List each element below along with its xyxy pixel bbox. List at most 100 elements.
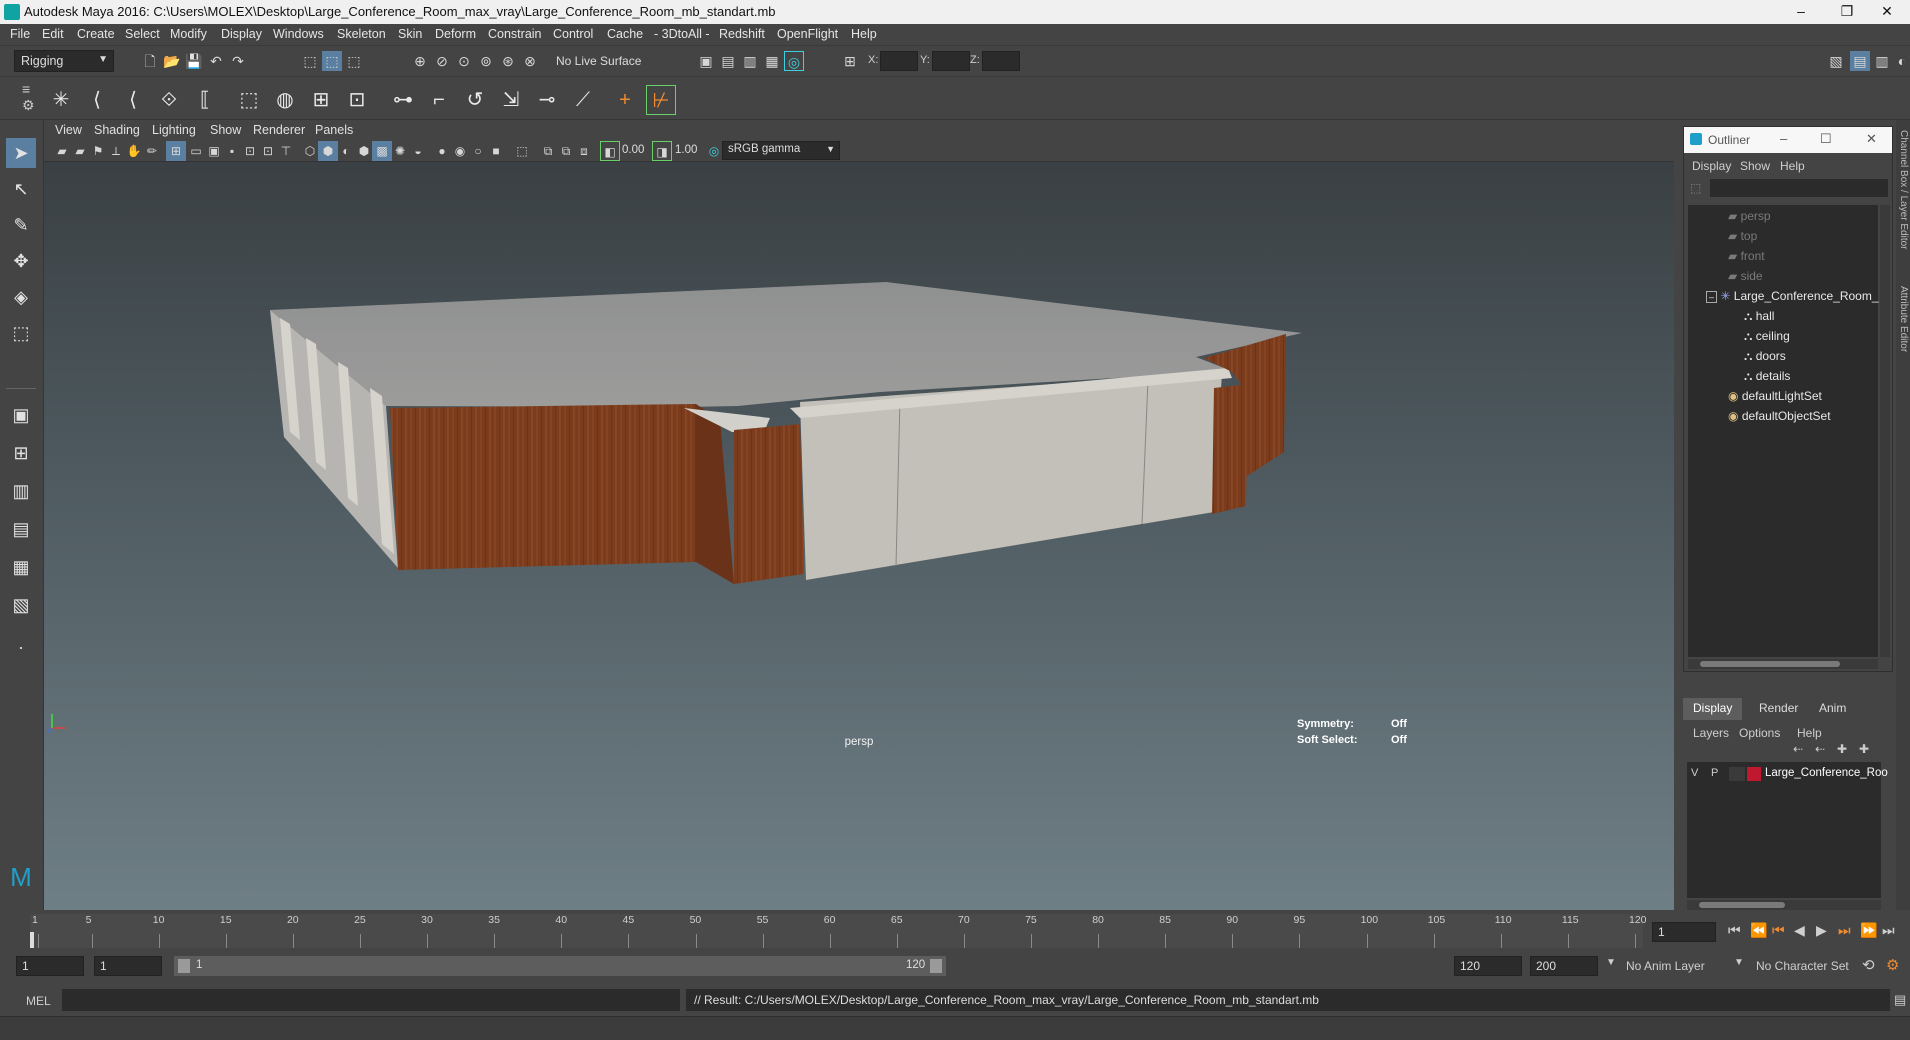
outliner-title-bar[interactable]: Outliner – ☐ ✕ (1684, 127, 1892, 153)
transform-mode-icon[interactable]: ⊞ (840, 51, 860, 71)
tree-item-hall[interactable]: ⛬ hall (1744, 309, 1774, 324)
range-start-handle[interactable] (178, 959, 190, 973)
render-frame-icon[interactable]: ▤ (718, 51, 738, 71)
channel-box-tab[interactable]: Channel Box / Layer Editor (1898, 130, 1909, 250)
menu-select[interactable]: Select (125, 27, 160, 41)
textured-icon[interactable]: ▩ (372, 141, 392, 161)
select-tool-icon[interactable]: ➤ (6, 138, 36, 168)
attribute-editor-icon[interactable]: ▥ (1872, 51, 1892, 71)
tree-item-doors[interactable]: ⛬ doors (1744, 349, 1786, 364)
vp-menu-lighting[interactable]: Lighting (152, 123, 196, 137)
shelf-menu-icon[interactable]: ≡ (22, 81, 30, 97)
step-forward-key-icon[interactable]: ⏭ (1838, 922, 1851, 939)
new-layer-selected-icon[interactable]: ✚ (1859, 742, 1869, 756)
ik-spline-icon[interactable]: ⟨ (118, 85, 148, 115)
menu-control[interactable]: Control (553, 27, 593, 41)
menu-cache[interactable]: Cache (607, 27, 643, 41)
go-to-start-icon[interactable]: ⏮ (1728, 922, 1741, 939)
xray-joints-icon[interactable]: ⧉ (556, 141, 576, 161)
outliner-menu-display[interactable]: Display (1692, 159, 1731, 173)
tree-item-details[interactable]: ⛬ details (1744, 369, 1790, 384)
grid-icon[interactable]: ⊞ (166, 141, 186, 161)
play-forwards-icon[interactable]: ▶ (1816, 922, 1827, 939)
playback-start-field[interactable]: 1 (94, 956, 162, 976)
menu-deform[interactable]: Deform (435, 27, 476, 41)
render-settings-icon[interactable]: ▦ (762, 51, 782, 71)
move-layer-up-icon[interactable]: ⇠ (1793, 742, 1803, 756)
vp-menu-panels[interactable]: Panels (315, 123, 353, 137)
layer-name[interactable]: Large_Conference_Roo (1765, 767, 1888, 779)
minimize-button[interactable]: – (1778, 0, 1824, 24)
paint-select-icon[interactable]: ✎ (6, 210, 36, 240)
y-field[interactable] (932, 51, 970, 71)
select-component-icon[interactable]: ⬚ (344, 51, 364, 71)
menu-constrain[interactable]: Constrain (488, 27, 542, 41)
vp-menu-renderer[interactable]: Renderer (253, 123, 305, 137)
close-button[interactable]: ✕ (1866, 131, 1877, 147)
anim-layer-chevron-icon[interactable]: ▼ (1606, 957, 1616, 968)
menu-openflight[interactable]: OpenFlight (777, 27, 838, 41)
resolution-gate-icon[interactable]: ▣ (204, 141, 224, 161)
snap-curve-icon[interactable]: ⊘ (432, 51, 452, 71)
ambient-occlusion-icon[interactable]: ● (432, 141, 452, 161)
maximize-button[interactable]: ☐ (1820, 131, 1832, 147)
filter-icon[interactable]: ⬚ (1690, 181, 1701, 195)
tool-settings-icon[interactable]: ◐ (1892, 51, 1910, 71)
insert-joint-icon[interactable]: ⟐ (154, 85, 184, 115)
time-slider[interactable]: 1 5 10 15 20 25 30 35 40 45 50 55 60 65 70 75 80 85 90 95 10… (0, 912, 1910, 952)
script-language-label[interactable]: MEL (26, 994, 51, 1008)
tab-render[interactable]: Render (1749, 698, 1808, 720)
snap-point-icon[interactable]: ⊙ (454, 51, 474, 71)
gamma-value[interactable]: 1.00 (675, 144, 697, 156)
smooth-bind-icon[interactable]: ⬚ (234, 85, 264, 115)
new-empty-layer-icon[interactable]: ✚ (1837, 742, 1847, 756)
anim-layer-label[interactable]: No Anim Layer (1626, 959, 1705, 973)
preferences-icon[interactable]: ⚙ (1886, 956, 1899, 974)
hypershade-icon[interactable]: ◎ (784, 51, 804, 71)
ipr-render-icon[interactable]: ▥ (740, 51, 760, 71)
rotate-tool-icon[interactable]: ◈ (6, 282, 36, 312)
xray-components-icon[interactable]: ⧈ (574, 141, 594, 161)
layer-color-swatch[interactable] (1747, 767, 1761, 781)
tab-anim[interactable]: Anim (1809, 698, 1856, 720)
tree-item-default-object-set[interactable]: ◉ defaultObjectSet (1728, 409, 1831, 423)
modeling-toolkit-icon[interactable]: ▧ (1826, 51, 1846, 71)
safe-action-icon[interactable]: ⊡ (258, 141, 278, 161)
tree-item-side[interactable]: ▰ side (1728, 269, 1763, 283)
start-time-field[interactable]: 1 (16, 956, 84, 976)
layer-visibility-toggle[interactable]: V (1691, 767, 1698, 779)
wireframe-icon[interactable]: ⬡ (300, 141, 320, 161)
menu-redshift[interactable]: Redshift (719, 27, 765, 41)
open-scene-icon[interactable]: 📂 (162, 51, 182, 71)
gamma-icon[interactable]: ◨ (652, 141, 672, 161)
script-editor-icon[interactable]: ▤ (1894, 992, 1906, 1008)
ik-handle-icon[interactable]: ⟨ (82, 85, 112, 115)
menu-set-dropdown[interactable]: Rigging ▼ (14, 50, 114, 72)
exposure-icon[interactable]: ◧ (600, 141, 620, 161)
bookmark-icon[interactable]: ⚑ (88, 141, 108, 161)
wireframe-on-shaded-icon[interactable]: ⬢ (354, 141, 374, 161)
graph-persp-icon[interactable]: ▦ (6, 552, 36, 582)
save-scene-icon[interactable]: 💾 (184, 51, 204, 71)
xray-icon[interactable]: ⧉ (538, 141, 558, 161)
pole-vector-icon[interactable]: ⟋ (568, 85, 598, 115)
tree-item-default-light-set[interactable]: ◉ defaultLightSet (1728, 389, 1822, 403)
lights-icon[interactable]: ✺ (390, 141, 410, 161)
select-hierarchy-icon[interactable]: ⬚ (300, 51, 320, 71)
channel-box-icon[interactable]: ▤ (1850, 51, 1870, 71)
single-view-icon[interactable]: ▣ (6, 400, 36, 430)
safe-title-icon[interactable]: ⊤ (276, 141, 296, 161)
joint-tool-icon[interactable]: ✳ (46, 85, 76, 115)
menu-edit[interactable]: Edit (42, 27, 64, 41)
tree-item-persp[interactable]: ▰ persp (1728, 209, 1771, 223)
orient-constraint-icon[interactable]: ↺ (460, 85, 490, 115)
go-to-end-icon[interactable]: ⏭ (1882, 922, 1895, 939)
menu-skeleton[interactable]: Skeleton (337, 27, 386, 41)
isolate-select-icon[interactable]: ⬚ (512, 141, 532, 161)
vp-menu-show[interactable]: Show (210, 123, 241, 137)
layer-menu-help[interactable]: Help (1797, 726, 1822, 740)
command-input[interactable] (62, 989, 680, 1011)
current-time-marker[interactable] (30, 932, 34, 948)
move-layer-down-icon[interactable]: ⇠ (1815, 742, 1825, 756)
depth-of-field-icon[interactable]: ■ (486, 141, 506, 161)
